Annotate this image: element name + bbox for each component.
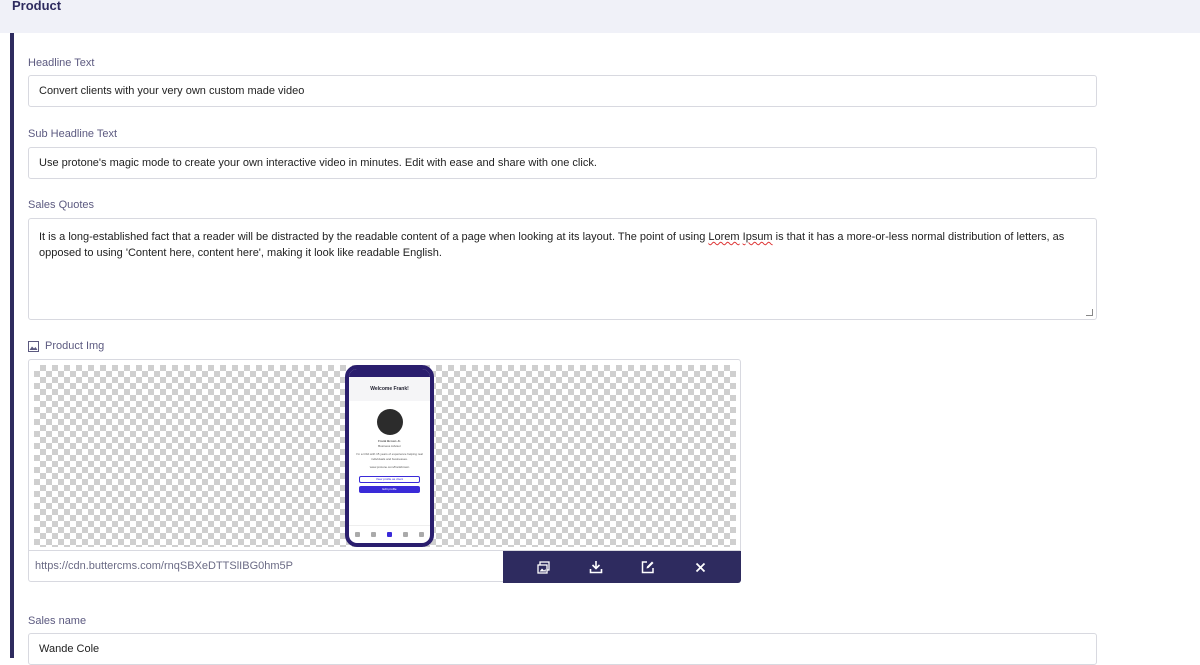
page-title: Product xyxy=(12,0,62,13)
misspelled-word: Ipsum xyxy=(742,231,773,243)
headline-label: Headline Text xyxy=(28,57,95,69)
avatar xyxy=(376,409,403,435)
sales-quotes-label: Sales Quotes xyxy=(28,199,95,211)
image-url[interactable]: https://cdn.buttercms.com/rnqSBXeDTTSlIB… xyxy=(35,551,293,582)
video-icon xyxy=(386,532,392,537)
phone-website: www.protone.com/frankbrown xyxy=(369,465,410,469)
subheadline-input[interactable]: Use protone's magic mode to create your … xyxy=(28,147,1097,179)
close-icon[interactable] xyxy=(693,559,709,575)
sales-name-label: Sales name xyxy=(28,615,87,627)
settings-icon xyxy=(403,532,409,537)
product-img-label-text: Product Img xyxy=(45,340,105,352)
subheadline-label: Sub Headline Text xyxy=(28,128,118,140)
phone-welcome: Welcome Frank! xyxy=(349,377,430,401)
home-icon xyxy=(354,532,360,537)
image-actions-bar xyxy=(503,551,741,583)
phone-view-button: View profile as client xyxy=(359,476,420,483)
misspelled-word: Lorem xyxy=(708,231,740,243)
product-img-uploader: Welcome Frank! Frank Brown Jr. Business … xyxy=(28,359,741,583)
phone-edit-button: Edit profile xyxy=(359,486,420,493)
phone-tab-bar xyxy=(349,525,430,543)
sales-name-input[interactable]: Wande Cole xyxy=(28,633,1097,665)
image-gallery-icon[interactable] xyxy=(535,559,551,575)
section-accent-bar xyxy=(10,33,14,658)
profile-icon xyxy=(370,532,376,537)
image-preview[interactable]: Welcome Frank! Frank Brown Jr. Business … xyxy=(34,365,736,547)
image-icon xyxy=(28,340,39,352)
more-icon xyxy=(419,532,425,537)
top-bar: Product xyxy=(0,0,1200,33)
phone-role: Business Advisor xyxy=(378,444,401,448)
sales-quotes-textarea[interactable]: It is a long-established fact that a rea… xyxy=(28,218,1097,320)
phone-bio: I'm a CFA with 15 years of experience he… xyxy=(356,452,423,461)
edit-icon[interactable] xyxy=(640,559,656,575)
quotes-text: It is a long-established fact that a rea… xyxy=(39,231,709,243)
phone-status-bar xyxy=(349,369,430,377)
phone-mockup-image: Welcome Frank! Frank Brown Jr. Business … xyxy=(345,365,434,547)
product-img-label: Product Img xyxy=(28,340,104,352)
resize-handle[interactable] xyxy=(1086,309,1093,316)
image-url-row: https://cdn.buttercms.com/rnqSBXeDTTSlIB… xyxy=(29,550,741,583)
headline-input[interactable]: Convert clients with your very own custo… xyxy=(28,75,1097,107)
download-icon[interactable] xyxy=(588,559,604,575)
